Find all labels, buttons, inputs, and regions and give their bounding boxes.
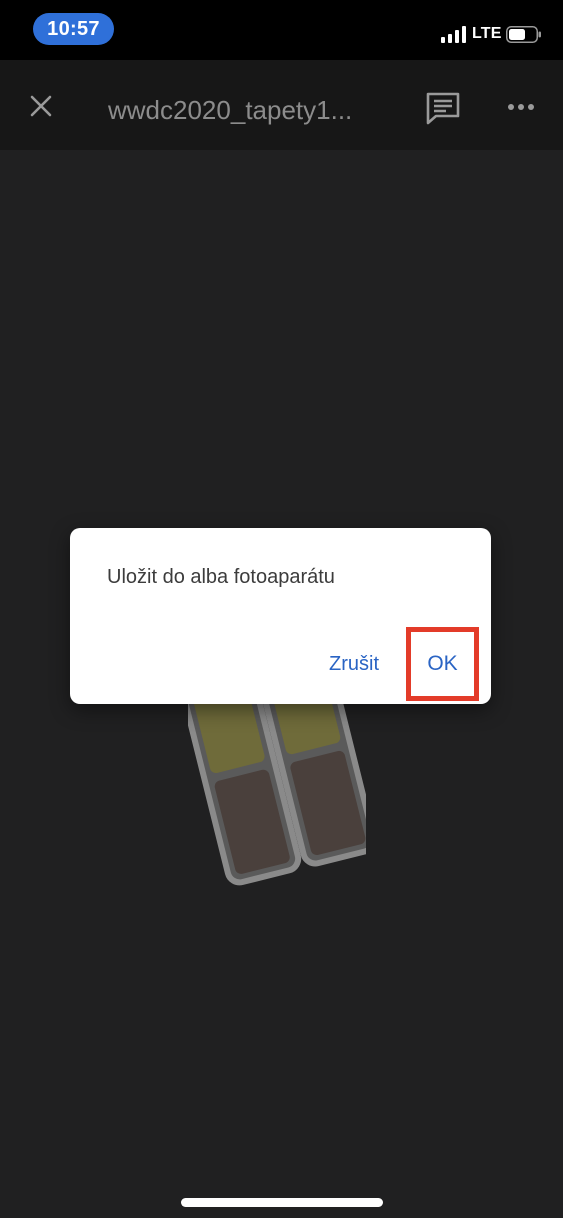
home-indicator[interactable] <box>181 1198 383 1207</box>
document-title: wwdc2020_tapety1... <box>108 95 353 125</box>
battery-icon <box>506 26 541 43</box>
cellular-signal-icon <box>441 26 466 43</box>
ok-button[interactable]: OK <box>406 627 479 701</box>
save-to-camera-roll-dialog: Uložit do alba fotoaparátu Zrušit OK <box>70 528 491 704</box>
dialog-message: Uložit do alba fotoaparátu <box>107 566 335 588</box>
close-icon[interactable] <box>26 91 56 121</box>
cancel-button[interactable]: Zrušit <box>314 648 394 680</box>
status-bar: 10:57 LTE <box>0 0 563 60</box>
status-time: 10:57 <box>33 13 114 45</box>
app-toolbar: wwdc2020_tapety1... <box>0 60 563 150</box>
network-type-label: LTE <box>472 25 502 42</box>
comment-icon[interactable] <box>425 91 461 125</box>
more-options-icon[interactable] <box>506 99 536 115</box>
